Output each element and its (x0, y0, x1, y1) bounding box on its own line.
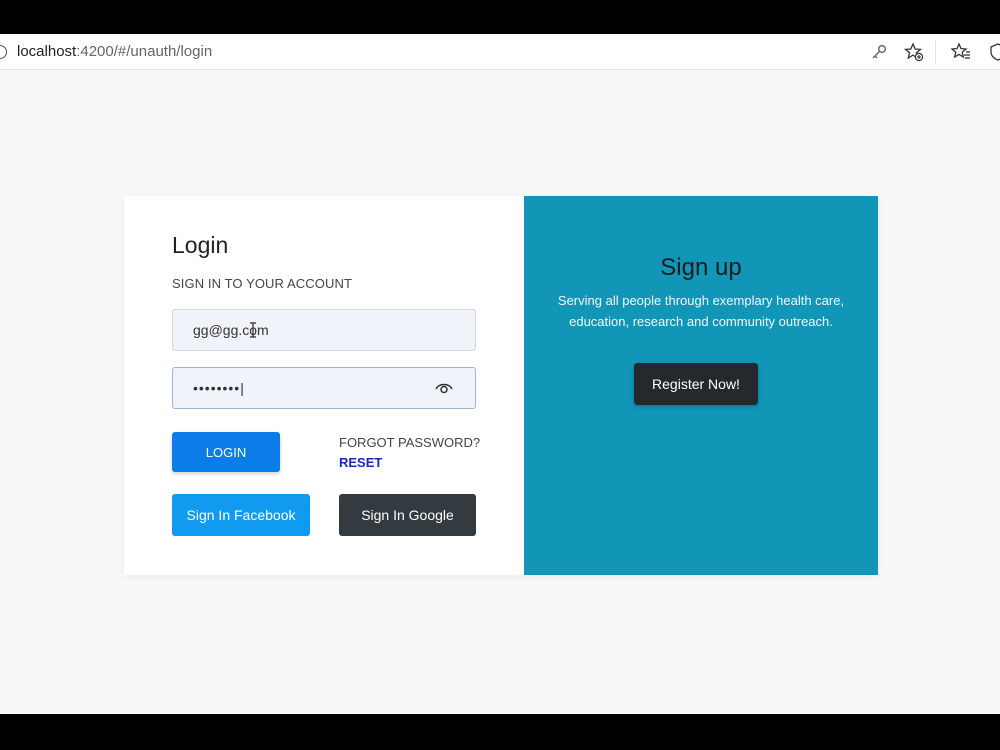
login-title: Login (172, 232, 229, 258)
url-host: localhost (17, 43, 77, 60)
eye-icon[interactable] (434, 379, 454, 397)
register-now-button[interactable]: Register Now! (634, 363, 758, 405)
key-icon[interactable] (869, 42, 889, 62)
url-text[interactable]: localhost:4200/#/unauth/login (17, 43, 212, 61)
signup-panel: Sign up Serving all people through exemp… (524, 196, 878, 575)
info-icon[interactable] (0, 45, 7, 59)
letterbox-top (0, 0, 1000, 34)
forgot-password-text: FORGOT PASSWORD? (339, 435, 481, 450)
email-field[interactable] (172, 309, 476, 351)
sign-in-google-button[interactable]: Sign In Google (339, 494, 476, 536)
signup-title: Sign up (660, 254, 742, 281)
shield-icon[interactable] (988, 42, 1000, 62)
signup-description: Serving all people through exemplary hea… (557, 293, 845, 329)
address-bar[interactable]: localhost:4200/#/unauth/login (0, 34, 1000, 70)
toolbar-separator (935, 40, 936, 64)
letterbox-bottom (0, 714, 1000, 750)
favorites-icon[interactable] (951, 42, 971, 62)
star-add-icon[interactable] (904, 42, 924, 62)
reset-password-link[interactable]: RESET (339, 455, 382, 470)
sign-in-facebook-button[interactable]: Sign In Facebook (172, 494, 310, 536)
login-panel: Login SIGN IN TO YOUR ACCOUNT LOGIN FORG… (124, 196, 524, 575)
login-subtitle: SIGN IN TO YOUR ACCOUNT (172, 276, 352, 291)
text-cursor-icon (250, 322, 256, 338)
password-field[interactable] (172, 367, 476, 409)
browser-window: localhost:4200/#/unauth/login Login SIGN (0, 34, 1000, 714)
url-path: :4200/#/unauth/login (76, 43, 213, 60)
login-button[interactable]: LOGIN (172, 432, 280, 472)
login-card: Login SIGN IN TO YOUR ACCOUNT LOGIN FORG… (124, 196, 878, 575)
